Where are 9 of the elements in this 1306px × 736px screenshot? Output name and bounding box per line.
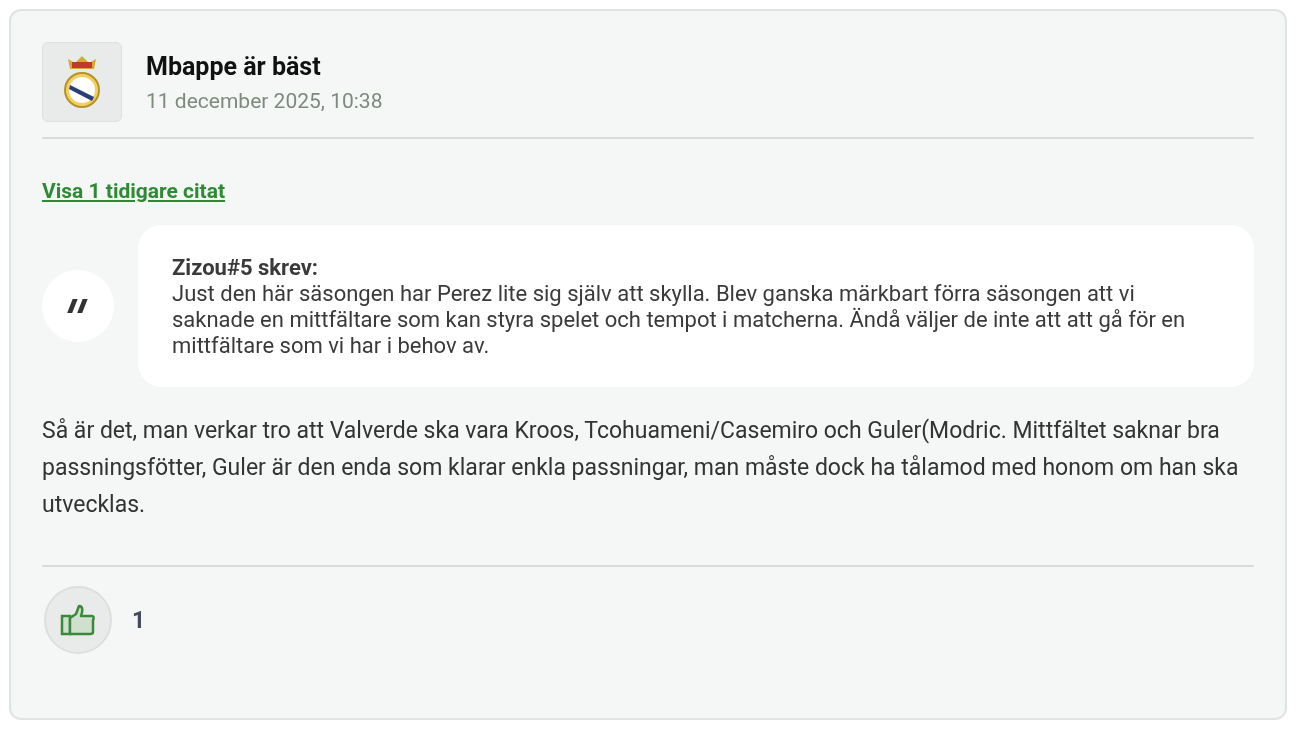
quote-author: Zizou#5 skrev: xyxy=(172,255,320,281)
earlier-quotes-link[interactable]: Visa 1 tidigare citat xyxy=(42,179,226,203)
post-body: Så är det, man verkar tro att Valverde ska vara Kroos, Tcohuameni/Casemiro och Guler(Modric. Mittfältet saknar bra passningsfötter, Guler är den enda som klarar enkla passningar, man måste dock ha tålamod med honom om han ska utvecklas. xyxy=(42,412,1254,567)
crest-icon xyxy=(62,53,102,111)
like-count: 1 xyxy=(132,606,146,634)
author-name: Mbappe är bäst xyxy=(146,51,322,81)
post-timestamp: 11 december 2025, 10:38 xyxy=(146,88,383,113)
quote-text: Just den här säsongen har Perez lite sig själv att skylla. Blev ganska märkbart förra säsongen att vi saknade en mittfältare som kan styra spelet och tempot i matcherna. Ändå väljer de inte att att gå för en mittfältare som vi har i behov av. xyxy=(172,281,1186,358)
thumbs-up-icon xyxy=(60,604,96,636)
